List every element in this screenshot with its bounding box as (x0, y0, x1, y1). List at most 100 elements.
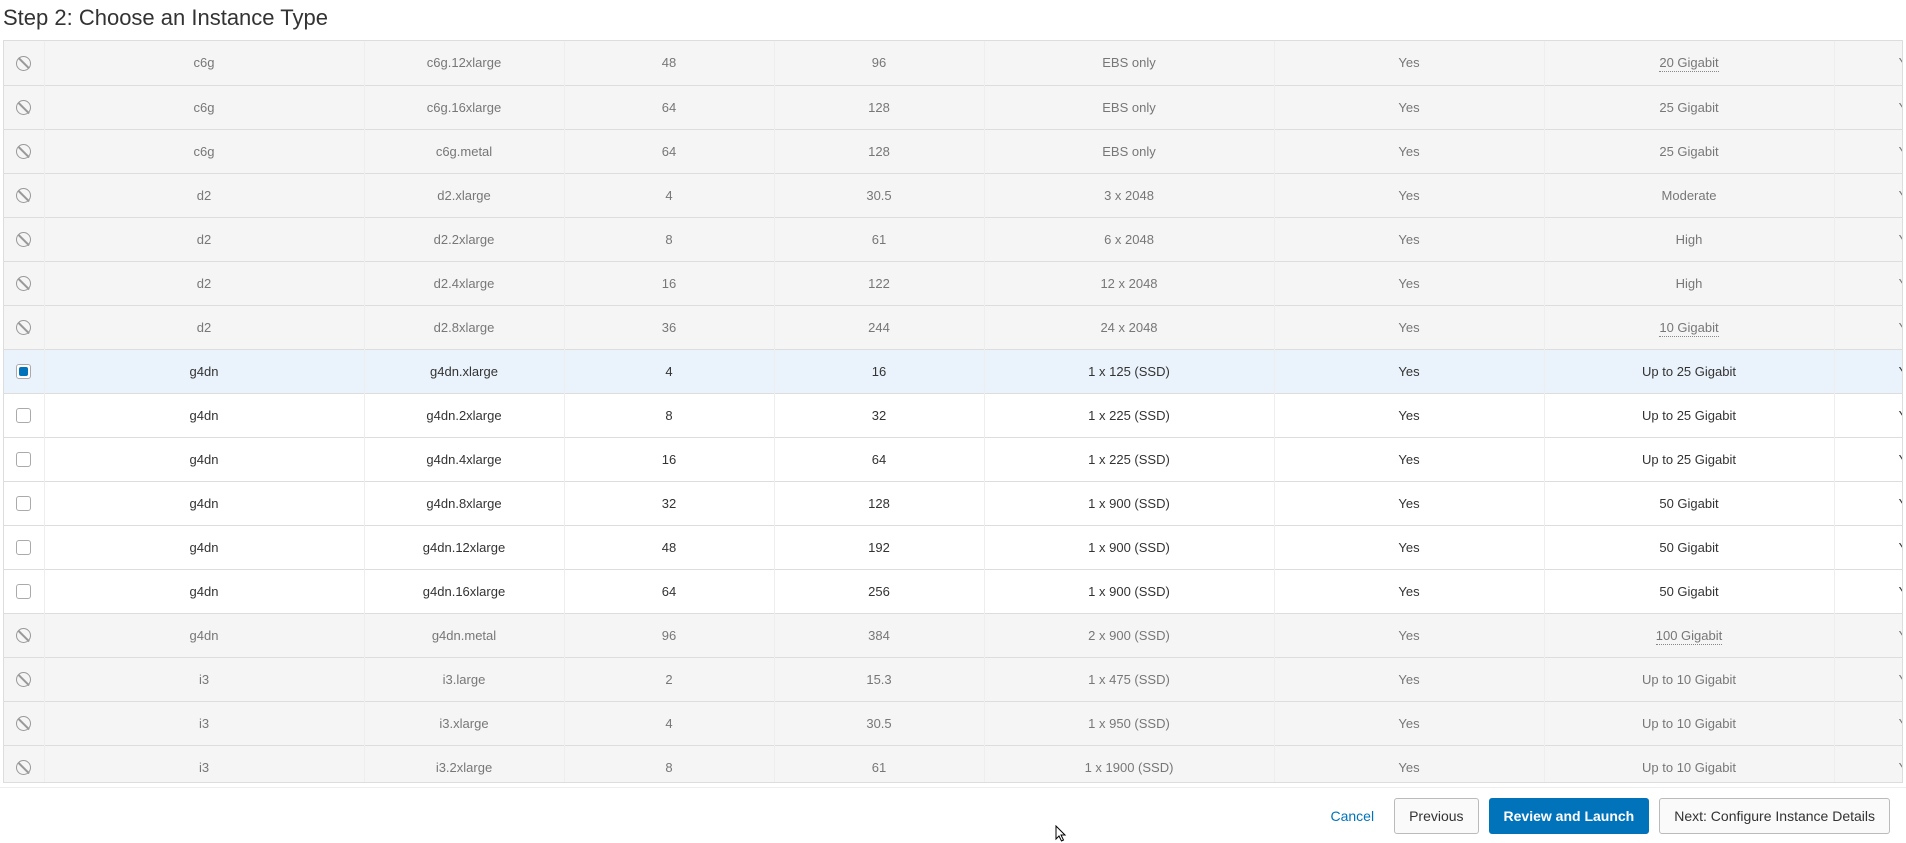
not-available-icon (16, 232, 31, 247)
row-checkbox[interactable] (16, 408, 31, 423)
cell-storage: 1 x 950 (SSD) (984, 701, 1274, 745)
cell-family: g4dn (44, 437, 364, 481)
cell-memory: 128 (774, 129, 984, 173)
cell-select (4, 701, 44, 745)
cell-memory: 128 (774, 481, 984, 525)
table-row[interactable]: g4dng4dn.xlarge4161 x 125 (SSD)YesUp to … (4, 349, 1903, 393)
cell-network: Up to 25 Gigabit (1642, 452, 1736, 467)
cell-select (4, 85, 44, 129)
not-available-icon (16, 100, 31, 115)
cell-family: g4dn (44, 525, 364, 569)
previous-button[interactable]: Previous (1394, 798, 1478, 834)
table-row[interactable]: i3i3.large215.31 x 475 (SSD)YesUp to 10 … (4, 657, 1903, 701)
cell-select (4, 393, 44, 437)
instance-table: c6gc6g.12xlarge4896EBS onlyYes20 Gigabit… (4, 41, 1903, 783)
cell-storage: 12 x 2048 (984, 261, 1274, 305)
cell-ebs: Yes (1274, 745, 1544, 783)
cell-ipv6: Yes (1834, 657, 1903, 701)
instance-table-wrapper[interactable]: c6gc6g.12xlarge4896EBS onlyYes20 Gigabit… (3, 40, 1903, 783)
cell-type: c6g.12xlarge (364, 41, 564, 85)
cell-vcpu: 4 (564, 701, 774, 745)
cell-ebs: Yes (1274, 657, 1544, 701)
table-row[interactable]: c6gc6g.metal64128EBS onlyYes25 GigabitYe… (4, 129, 1903, 173)
cell-ipv6: Yes (1834, 217, 1903, 261)
cell-ipv6: Yes (1834, 305, 1903, 349)
cell-ipv6: Yes (1834, 173, 1903, 217)
table-row[interactable]: i3i3.2xlarge8611 x 1900 (SSD)YesUp to 10… (4, 745, 1903, 783)
cell-type: g4dn.4xlarge (364, 437, 564, 481)
cell-ipv6: Yes (1834, 437, 1903, 481)
table-row[interactable]: g4dng4dn.8xlarge321281 x 900 (SSD)Yes50 … (4, 481, 1903, 525)
cell-memory: 64 (774, 437, 984, 481)
table-row[interactable]: d2d2.8xlarge3624424 x 2048Yes10 GigabitY… (4, 305, 1903, 349)
cell-storage: 1 x 225 (SSD) (984, 393, 1274, 437)
cell-ebs: Yes (1274, 129, 1544, 173)
cell-select (4, 129, 44, 173)
table-row[interactable]: g4dng4dn.2xlarge8321 x 225 (SSD)YesUp to… (4, 393, 1903, 437)
cancel-button[interactable]: Cancel (1320, 799, 1384, 833)
cell-network: Up to 10 Gigabit (1642, 672, 1736, 687)
cell-ebs: Yes (1274, 305, 1544, 349)
row-checkbox[interactable] (16, 364, 31, 379)
cell-storage: 1 x 900 (SSD) (984, 525, 1274, 569)
cell-family: d2 (44, 305, 364, 349)
table-row[interactable]: d2d2.4xlarge1612212 x 2048YesHighYes (4, 261, 1903, 305)
cell-type: c6g.16xlarge (364, 85, 564, 129)
cell-ipv6: Yes (1834, 261, 1903, 305)
cell-family: g4dn (44, 613, 364, 657)
cell-memory: 32 (774, 393, 984, 437)
cell-ipv6: Yes (1834, 393, 1903, 437)
cell-ebs: Yes (1274, 217, 1544, 261)
row-checkbox[interactable] (16, 540, 31, 555)
table-row[interactable]: g4dng4dn.12xlarge481921 x 900 (SSD)Yes50… (4, 525, 1903, 569)
cell-network: 100 Gigabit (1656, 628, 1723, 645)
cell-type: d2.xlarge (364, 173, 564, 217)
cell-memory: 122 (774, 261, 984, 305)
table-row[interactable]: i3i3.xlarge430.51 x 950 (SSD)YesUp to 10… (4, 701, 1903, 745)
cell-network: 50 Gigabit (1659, 584, 1718, 599)
cell-vcpu: 48 (564, 41, 774, 85)
cell-ebs: Yes (1274, 701, 1544, 745)
cell-ebs: Yes (1274, 437, 1544, 481)
cell-type: g4dn.12xlarge (364, 525, 564, 569)
cell-select (4, 173, 44, 217)
cell-network: 20 Gigabit (1659, 55, 1718, 72)
row-checkbox[interactable] (16, 452, 31, 467)
cell-memory: 15.3 (774, 657, 984, 701)
cell-family: c6g (44, 85, 364, 129)
cell-vcpu: 16 (564, 437, 774, 481)
table-row[interactable]: g4dng4dn.metal963842 x 900 (SSD)Yes100 G… (4, 613, 1903, 657)
cell-type: d2.4xlarge (364, 261, 564, 305)
cell-vcpu: 16 (564, 261, 774, 305)
cell-storage: 1 x 125 (SSD) (984, 349, 1274, 393)
cell-network: 50 Gigabit (1659, 496, 1718, 511)
table-row[interactable]: c6gc6g.16xlarge64128EBS onlyYes25 Gigabi… (4, 85, 1903, 129)
cell-ipv6: Yes (1834, 41, 1903, 85)
row-checkbox[interactable] (16, 496, 31, 511)
table-row[interactable]: g4dng4dn.4xlarge16641 x 225 (SSD)YesUp t… (4, 437, 1903, 481)
cell-select (4, 437, 44, 481)
cell-vcpu: 96 (564, 613, 774, 657)
cell-family: d2 (44, 217, 364, 261)
not-available-icon (16, 628, 31, 643)
table-row[interactable]: g4dng4dn.16xlarge642561 x 900 (SSD)Yes50… (4, 569, 1903, 613)
table-row[interactable]: d2d2.xlarge430.53 x 2048YesModerateYes (4, 173, 1903, 217)
review-launch-button[interactable]: Review and Launch (1489, 798, 1650, 834)
page-title: Step 2: Choose an Instance Type (0, 0, 1906, 39)
cell-select (4, 745, 44, 783)
cell-family: i3 (44, 657, 364, 701)
cell-memory: 244 (774, 305, 984, 349)
table-row[interactable]: d2d2.2xlarge8616 x 2048YesHighYes (4, 217, 1903, 261)
cell-storage: EBS only (984, 85, 1274, 129)
cell-ebs: Yes (1274, 393, 1544, 437)
next-configure-button[interactable]: Next: Configure Instance Details (1659, 798, 1890, 834)
cell-ebs: Yes (1274, 173, 1544, 217)
not-available-icon (16, 276, 31, 291)
cell-ipv6: Yes (1834, 349, 1903, 393)
cell-storage: 3 x 2048 (984, 173, 1274, 217)
cell-ipv6: Yes (1834, 481, 1903, 525)
table-row[interactable]: c6gc6g.12xlarge4896EBS onlyYes20 Gigabit… (4, 41, 1903, 85)
cell-ebs: Yes (1274, 261, 1544, 305)
cell-ipv6: Yes (1834, 129, 1903, 173)
row-checkbox[interactable] (16, 584, 31, 599)
